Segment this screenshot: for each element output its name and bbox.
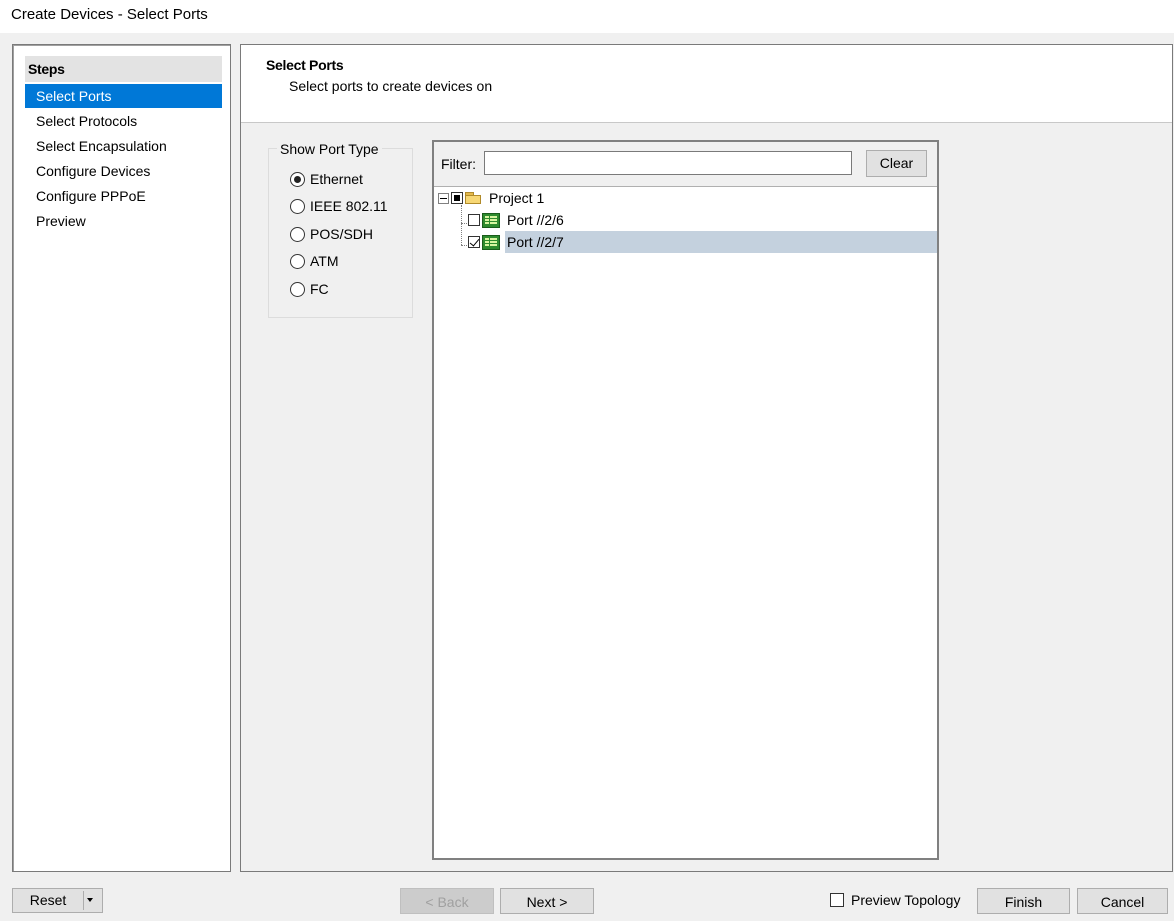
tree-connector (461, 205, 462, 245)
radio-pos-sdh[interactable]: POS/SDH (290, 225, 373, 243)
step-configure-pppoe[interactable]: Configure PPPoE (25, 184, 222, 208)
filter-label: Filter: (441, 156, 476, 172)
step-preview[interactable]: Preview (25, 209, 222, 233)
radio-atm[interactable]: ATM (290, 252, 339, 270)
tree-node-label: Port //2/6 (507, 212, 564, 228)
port-type-legend: Show Port Type (277, 141, 382, 157)
step-label: Preview (36, 213, 86, 229)
radio-label: POS/SDH (310, 226, 374, 242)
next-button[interactable]: Next > (500, 888, 594, 914)
step-select-ports[interactable]: Select Ports (25, 84, 222, 108)
chevron-down-icon[interactable] (87, 898, 93, 902)
step-label: Configure PPPoE (36, 188, 146, 204)
back-button[interactable]: < Back (400, 888, 494, 914)
radio-circle (290, 281, 305, 297)
radio-fc[interactable]: FC (290, 280, 329, 298)
radio-circle (290, 171, 305, 187)
port-icon (482, 234, 500, 250)
page-subtitle: Select ports to create devices on (289, 78, 493, 94)
tree-checkbox[interactable] (451, 192, 463, 204)
preview-topology-toggle[interactable]: Preview Topology (830, 891, 960, 909)
step-label: Configure Devices (36, 163, 151, 179)
port-icon (482, 212, 500, 228)
filter-input[interactable] (484, 151, 852, 175)
tree-checkbox[interactable] (468, 236, 480, 248)
tree-node-project[interactable]: Project 1 (438, 187, 546, 209)
preview-topology-checkbox[interactable] (830, 893, 844, 907)
tree-node-label: Port //2/7 (505, 231, 937, 253)
clear-button[interactable]: Clear (866, 150, 927, 177)
page-title: Select Ports (266, 57, 344, 73)
page-header: Select Ports Select ports to create devi… (241, 45, 1172, 123)
step-configure-devices[interactable]: Configure Devices (25, 159, 222, 183)
reset-split-button[interactable]: Reset (12, 888, 103, 913)
radio-circle (290, 198, 305, 214)
tree-node-port[interactable]: Port //2/7 (468, 231, 937, 253)
step-label: Select Ports (36, 88, 112, 104)
radio-circle (290, 226, 305, 242)
title-bar: Create Devices - Select Ports (0, 0, 1174, 33)
steps-header: Steps (25, 56, 222, 82)
tree-node-port[interactable]: Port //2/6 (468, 209, 566, 231)
cancel-button[interactable]: Cancel (1077, 888, 1168, 914)
radio-label: ATM (310, 253, 339, 269)
tree-node-label: Project 1 (489, 190, 545, 206)
step-select-protocols[interactable]: Select Protocols (25, 109, 222, 133)
step-label: Select Encapsulation (36, 138, 167, 154)
radio-label: FC (310, 281, 329, 297)
port-tree-container: Filter: Clear Project 1 Port //2/6 Port … (432, 140, 939, 860)
steps-panel: Steps Select Ports Select Protocols Sele… (12, 44, 231, 872)
radio-ieee-802-11[interactable]: IEEE 802.11 (290, 197, 388, 215)
step-select-encapsulation[interactable]: Select Encapsulation (25, 134, 222, 158)
steps-header-label: Steps (28, 61, 65, 77)
folder-icon (465, 192, 482, 204)
reset-button[interactable]: Reset (13, 889, 83, 912)
window-title: Create Devices - Select Ports (11, 6, 208, 23)
split-separator (83, 891, 84, 910)
main-panel: Select Ports Select ports to create devi… (240, 44, 1173, 872)
port-type-group: Show Port Type Ethernet IEEE 802.11 POS/… (268, 141, 413, 318)
radio-ethernet[interactable]: Ethernet (290, 170, 363, 188)
radio-label: Ethernet (310, 171, 363, 187)
collapse-icon[interactable] (438, 192, 449, 204)
radio-circle (290, 253, 305, 269)
filter-bar: Filter: Clear (434, 142, 937, 187)
radio-label: IEEE 802.11 (310, 198, 388, 214)
finish-button[interactable]: Finish (977, 888, 1070, 914)
tree-checkbox[interactable] (468, 214, 480, 226)
preview-topology-label: Preview Topology (851, 892, 961, 908)
step-label: Select Protocols (36, 113, 138, 129)
